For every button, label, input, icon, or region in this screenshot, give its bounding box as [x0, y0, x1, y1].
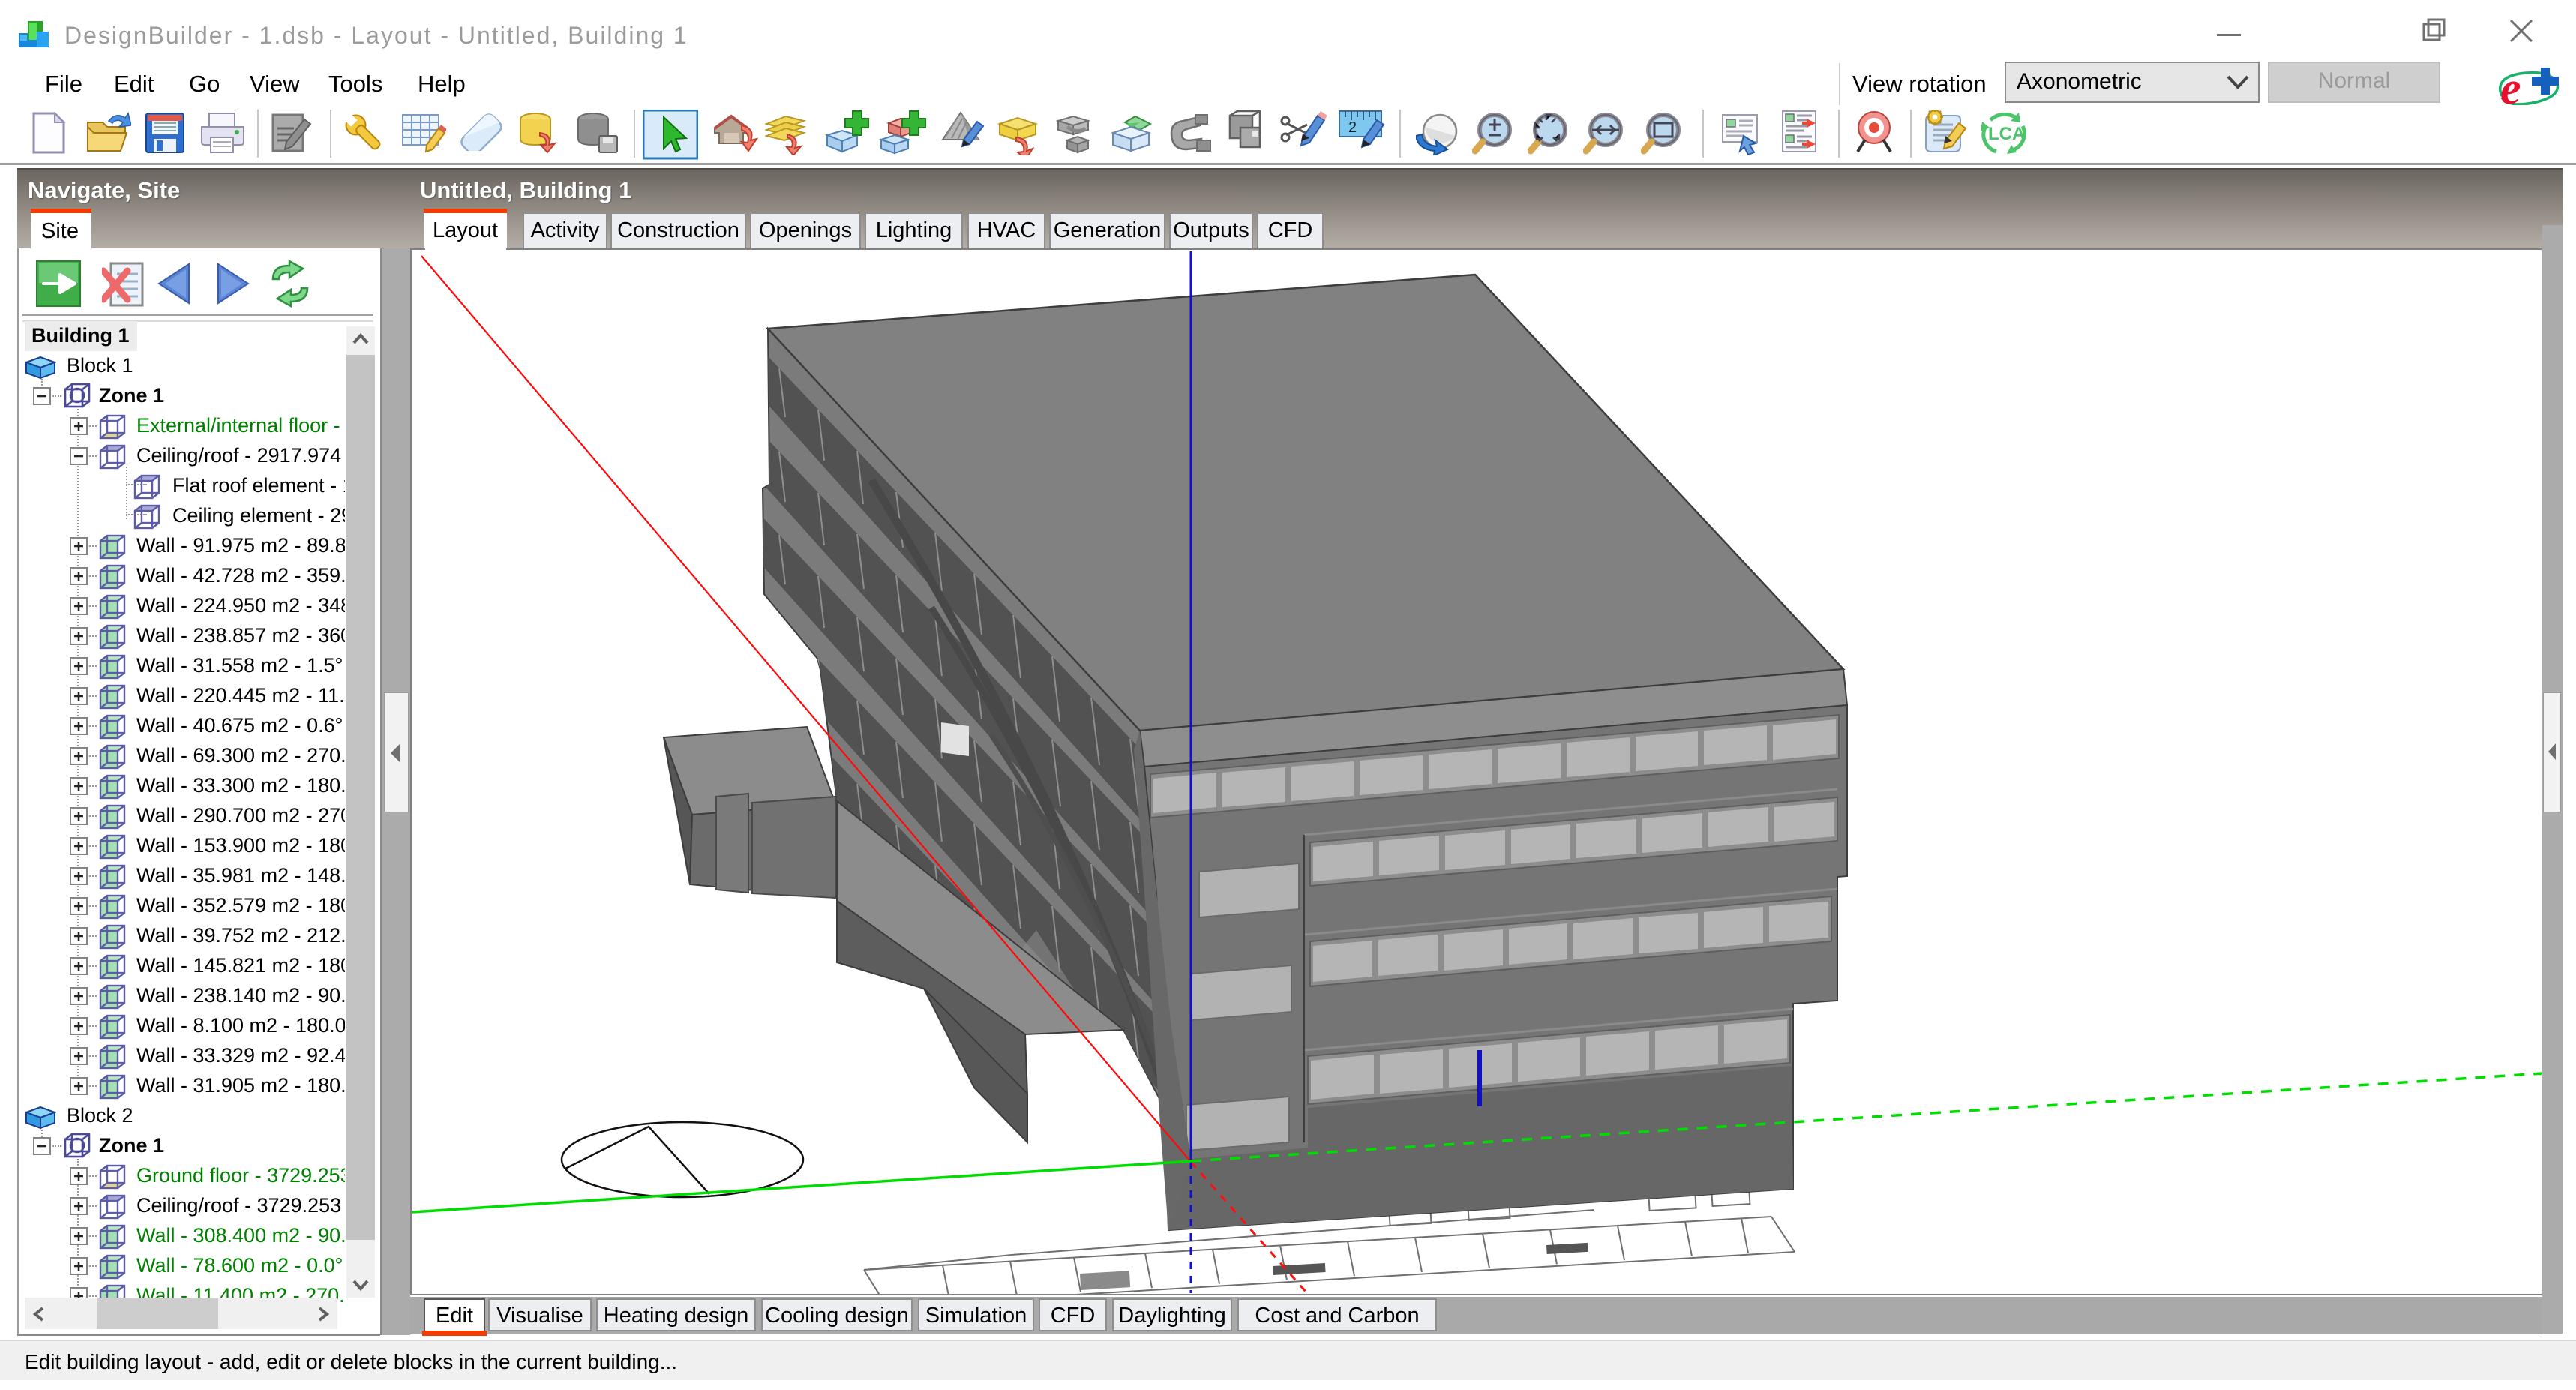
- svg-text:2: 2: [1348, 119, 1357, 136]
- svg-text:e: e: [2500, 63, 2521, 111]
- svg-text:LCA: LCA: [1988, 124, 2025, 144]
